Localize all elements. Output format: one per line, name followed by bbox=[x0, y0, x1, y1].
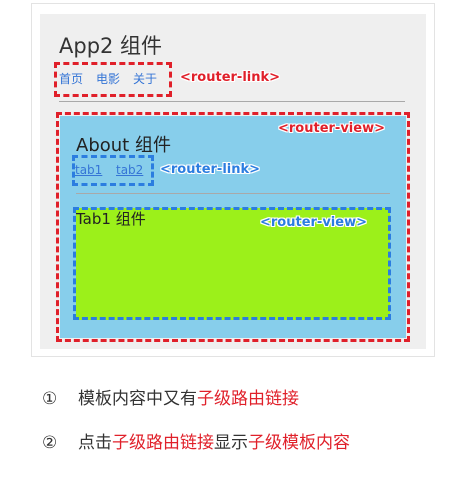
note-1-number: ① bbox=[42, 389, 58, 409]
note-2: ② 点击子级路由链接显示子级模板内容 bbox=[42, 428, 350, 453]
note-2-highlight-b: 子级模板内容 bbox=[248, 433, 350, 453]
about-divider bbox=[76, 193, 390, 194]
about-router-link-tag: <router-link> bbox=[160, 162, 261, 177]
app-router-link-highlight bbox=[54, 62, 172, 97]
note-2-highlight-a: 子级路由链接 bbox=[112, 433, 214, 453]
app2-title: App2 组件 bbox=[59, 34, 163, 58]
note-2-text-b: 显示 bbox=[214, 433, 248, 453]
app-router-view-tag: <router-view> bbox=[278, 121, 385, 136]
note-2-number: ② bbox=[42, 433, 58, 453]
app-divider bbox=[59, 101, 405, 102]
about-router-view-tag: <router-view> bbox=[260, 215, 367, 230]
note-1: ① 模板内容中又有子级路由链接 bbox=[42, 384, 299, 409]
note-1-highlight: 子级路由链接 bbox=[197, 389, 299, 409]
about-title: About 组件 bbox=[76, 135, 171, 156]
note-1-text: 模板内容中又有 bbox=[78, 389, 197, 409]
note-2-text-a: 点击 bbox=[78, 433, 112, 453]
app-router-link-tag: <router-link> bbox=[180, 70, 281, 85]
about-router-link-highlight bbox=[72, 155, 154, 186]
